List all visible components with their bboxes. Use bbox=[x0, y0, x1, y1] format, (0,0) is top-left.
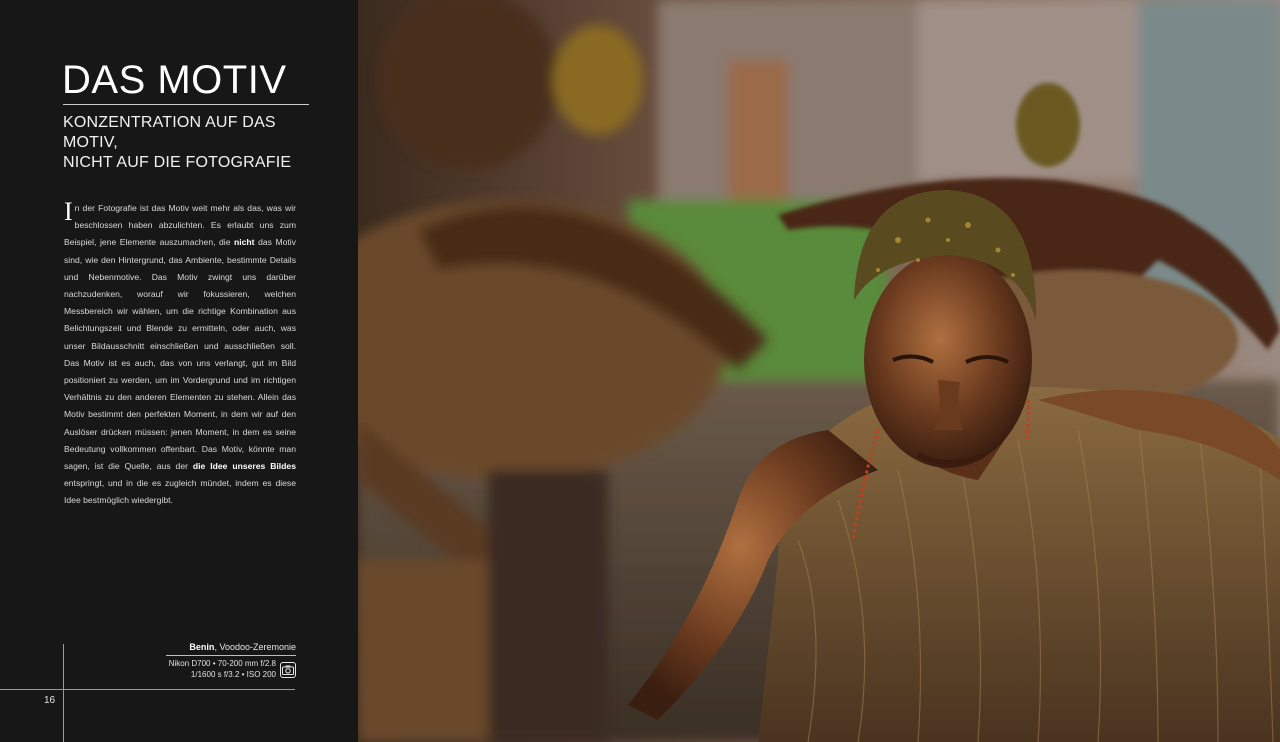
body-paragraph: In der Fotografie ist das Motiv weit meh… bbox=[64, 197, 296, 510]
camera-icon bbox=[280, 661, 296, 678]
camera-settings-line: Nikon D700 • 70-200 mm f/2.8 bbox=[168, 659, 276, 668]
photo-illustration bbox=[358, 0, 1280, 742]
camera-settings: Nikon D700 • 70-200 mm f/2.8 1/1600 s f/… bbox=[169, 659, 296, 680]
camera-settings-line: 1/1600 s f/3.2 • ISO 200 bbox=[190, 669, 276, 679]
drop-cap: I bbox=[64, 197, 73, 226]
title-divider bbox=[63, 104, 309, 105]
caption-divider bbox=[166, 655, 296, 656]
footer-divider bbox=[0, 689, 295, 690]
page-title: DAS MOTIV bbox=[62, 58, 287, 102]
text-panel: DAS MOTIV KONZENTRATION AUF DAS MOTIV, N… bbox=[0, 0, 358, 742]
page-number: 16 bbox=[44, 695, 56, 706]
caption-description: , Voodoo-Zeremonie bbox=[214, 642, 296, 652]
caption-place: Benin bbox=[189, 642, 215, 652]
subtitle-line: NICHT AUF DIE FOTOGRAFIE bbox=[63, 154, 292, 171]
body-text-part: entspringt, und in die es zugleich münde… bbox=[64, 478, 296, 506]
body-emphasis: nicht bbox=[234, 237, 255, 248]
camera-settings-text: Nikon D700 • 70-200 mm f/2.8 1/1600 s f/… bbox=[169, 659, 276, 680]
caption-title: Benin, Voodoo-Zeremonie bbox=[96, 640, 296, 654]
body-text-part: das Motiv sind, wie den Hintergrund, das… bbox=[64, 237, 296, 472]
photo-caption: Benin, Voodoo-Zeremonie Nikon D700 • 70-… bbox=[96, 640, 296, 679]
body-emphasis: die Idee unseres Bildes bbox=[192, 461, 296, 472]
subtitle: KONZENTRATION AUF DAS MOTIV, NICHT AUF D… bbox=[63, 113, 323, 173]
main-photo bbox=[358, 0, 1280, 742]
footer-vertical-divider bbox=[63, 644, 64, 742]
subtitle-line: KONZENTRATION AUF DAS MOTIV, bbox=[63, 114, 276, 151]
